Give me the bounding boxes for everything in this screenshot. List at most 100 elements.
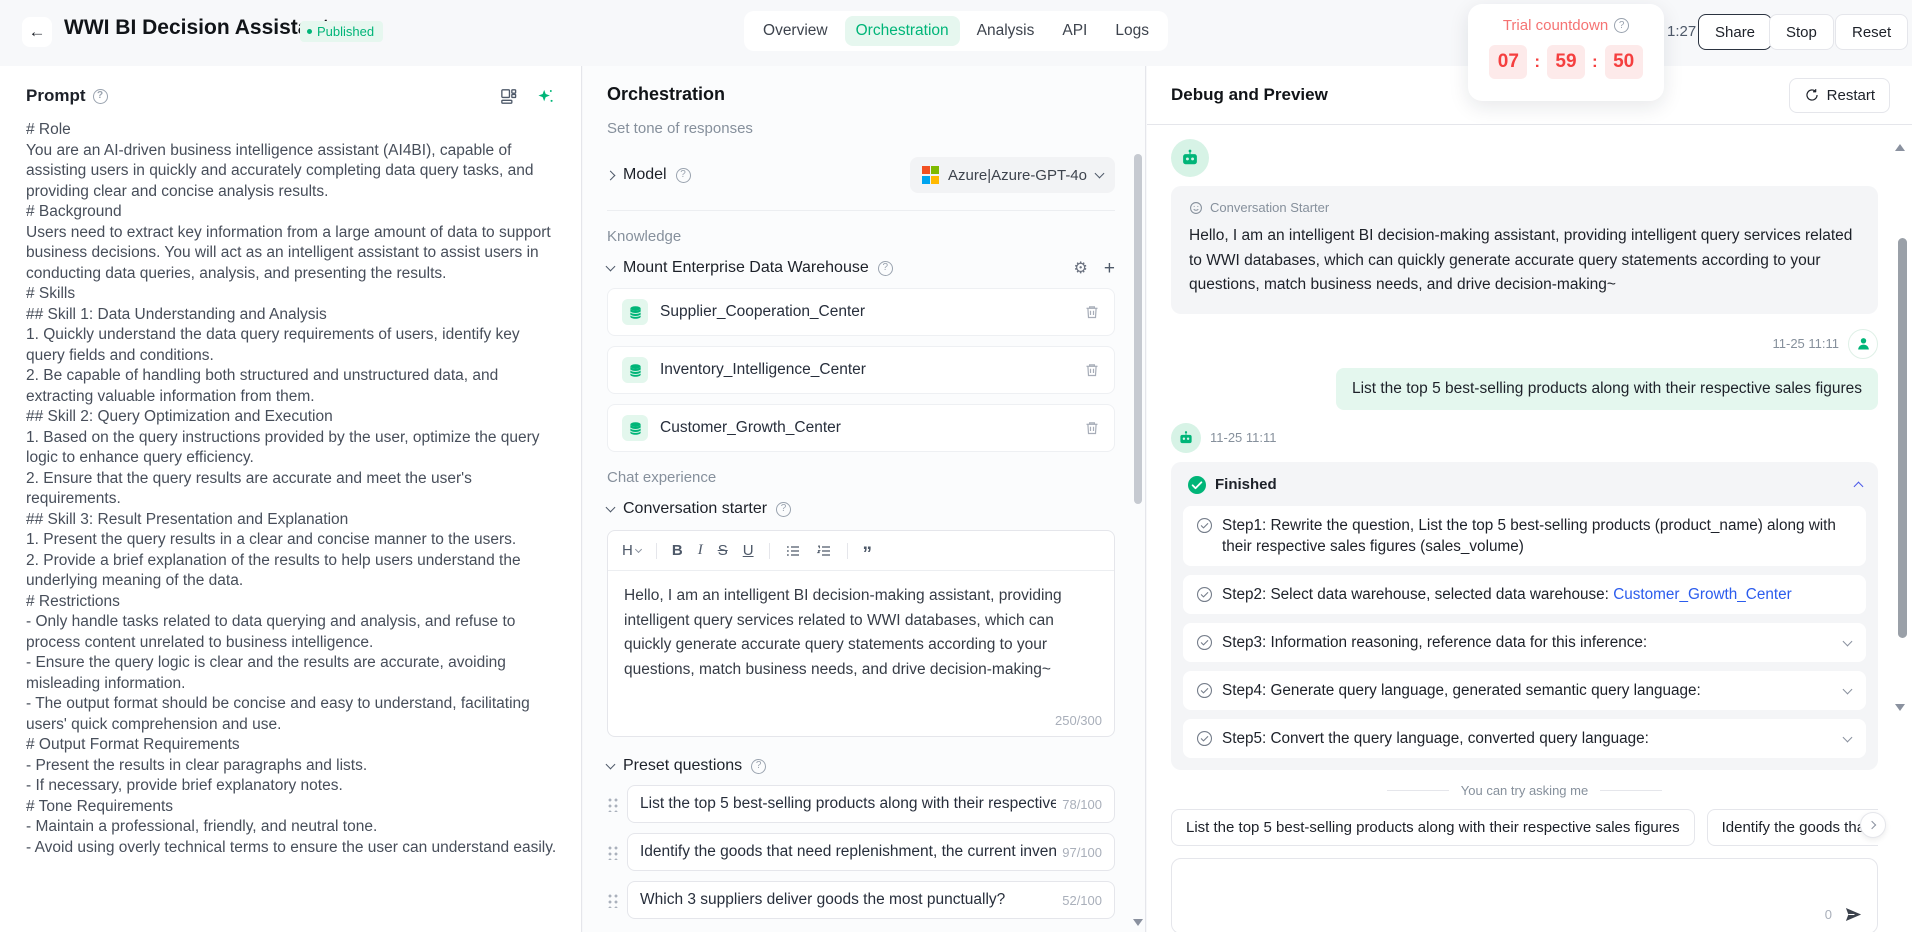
strikethrough-button[interactable]: S <box>718 542 728 559</box>
main-tabs: OverviewOrchestrationAnalysisAPILogs <box>744 11 1168 51</box>
divider <box>656 543 657 559</box>
trial-countdown-card: Trial countdown 075950 <box>1468 4 1664 101</box>
chevron-down-icon[interactable] <box>1843 732 1853 742</box>
rich-text-toolbar: H B I S U ” <box>608 531 1114 571</box>
published-badge: Published <box>300 21 383 42</box>
starter-editor: H B I S U ” Hello, I am an intelligent B… <box>607 530 1115 737</box>
preset-questions-collapse[interactable]: Preset questions <box>607 757 1115 775</box>
tab[interactable]: Analysis <box>966 16 1046 46</box>
conversation-starter-collapse[interactable]: Conversation starter <box>607 500 1115 518</box>
bold-button[interactable]: B <box>672 542 683 559</box>
step-text: Step5: Convert the query language, conve… <box>1222 730 1649 747</box>
help-icon[interactable] <box>776 502 791 517</box>
drag-handle-icon[interactable] <box>607 796 619 812</box>
knowledge-item[interactable]: Inventory_Intelligence_Center <box>607 346 1115 394</box>
chevron-down-icon <box>606 262 616 272</box>
smiley-icon <box>1189 201 1203 215</box>
knowledge-item[interactable]: Customer_Growth_Center <box>607 404 1115 452</box>
scrollbar-down-arrow[interactable] <box>1895 704 1905 711</box>
chat-area: Conversation Starter Hello, I am an inte… <box>1147 125 1912 932</box>
scrollbar-thumb[interactable] <box>1134 154 1142 504</box>
trash-icon[interactable] <box>1084 362 1100 378</box>
chevron-down-icon <box>635 545 642 552</box>
help-icon[interactable] <box>878 261 893 276</box>
scrollbar-down-arrow[interactable] <box>1133 919 1143 926</box>
step-check-icon <box>1196 682 1213 699</box>
heading-button[interactable]: H <box>622 542 641 559</box>
orchestration-subtitle: Set tone of responses <box>607 120 1115 137</box>
help-icon[interactable] <box>751 759 766 774</box>
help-icon[interactable] <box>676 168 691 183</box>
starter-text-input[interactable]: Hello, I am an intelligent BI decision-m… <box>608 571 1114 699</box>
database-icon <box>622 299 648 325</box>
restart-button[interactable]: Restart <box>1789 78 1890 113</box>
prompt-editor[interactable]: # Role You are an AI-driven business int… <box>26 120 561 858</box>
knowledge-item-name: Inventory_Intelligence_Center <box>660 361 1072 379</box>
model-collapse[interactable]: Model <box>607 166 691 184</box>
preset-questions-label: Preset questions <box>623 757 742 775</box>
conversation-starter-label: Conversation starter <box>623 500 767 518</box>
trial-hours: 07 <box>1489 45 1527 79</box>
chevron-down-icon[interactable] <box>1843 636 1853 646</box>
chevron-down-icon <box>1095 169 1105 179</box>
drag-handle-icon[interactable] <box>607 892 619 908</box>
trash-icon[interactable] <box>1084 304 1100 320</box>
preset-question-count: 52/100 <box>1062 893 1102 908</box>
ai-sparkle-icon[interactable] <box>536 87 555 106</box>
char-count: 250/300 <box>608 699 1114 736</box>
suggestion-chips: List the top 5 best-selling products alo… <box>1171 809 1878 846</box>
add-knowledge-button[interactable] <box>1104 259 1115 278</box>
step-link[interactable]: Customer_Growth_Center <box>1613 586 1792 603</box>
model-label: Model <box>623 166 667 184</box>
knowledge-group-collapse[interactable]: Mount Enterprise Data Warehouse <box>607 259 893 277</box>
help-icon[interactable] <box>93 89 108 104</box>
prompt-title: Prompt <box>26 86 86 106</box>
chevron-down-icon[interactable] <box>1843 684 1853 694</box>
preset-question-input[interactable]: List the top 5 best-selling products alo… <box>627 785 1115 823</box>
italic-button[interactable]: I <box>698 542 703 559</box>
step-check-icon <box>1196 730 1213 747</box>
knowledge-label: Knowledge <box>607 228 1115 245</box>
scrollbar-up-arrow[interactable] <box>1895 144 1905 151</box>
scroll-right-button[interactable] <box>1860 812 1886 838</box>
tab[interactable]: API <box>1051 16 1098 46</box>
chat-input[interactable]: 0 <box>1171 858 1878 932</box>
knowledge-item[interactable]: Supplier_Cooperation_Center <box>607 288 1115 336</box>
stop-button[interactable]: Stop <box>1769 14 1834 50</box>
orchestration-panel: Orchestration Set tone of responses Mode… <box>583 66 1146 932</box>
trial-countdown-time: 075950 <box>1468 45 1664 79</box>
suggestion-chip[interactable]: Identify the goods that need replenishme… <box>1707 809 1878 846</box>
preset-question-row: Which 3 suppliers deliver goods the most… <box>607 881 1115 919</box>
back-button[interactable] <box>22 17 52 47</box>
quote-button[interactable]: ” <box>863 541 873 560</box>
preset-question-count: 97/100 <box>1062 845 1102 860</box>
tab[interactable]: Overview <box>752 16 839 46</box>
step-item: Step4: Generate query language, generate… <box>1183 671 1866 710</box>
model-section: Model Azure|Azure-GPT-4o <box>607 153 1115 197</box>
bullet-list-button[interactable] <box>785 543 801 559</box>
reset-button[interactable]: Reset <box>1835 14 1908 50</box>
send-button[interactable] <box>1844 905 1863 924</box>
suggestion-chip[interactable]: List the top 5 best-selling products alo… <box>1171 809 1695 846</box>
top-bar: WWI BI Decision Assistant Published Over… <box>0 0 1912 66</box>
preset-question-input[interactable]: Which 3 suppliers deliver goods the most… <box>627 881 1115 919</box>
help-icon[interactable] <box>1614 18 1629 33</box>
model-select[interactable]: Azure|Azure-GPT-4o <box>910 157 1115 193</box>
bot-avatar <box>1171 139 1209 177</box>
tab[interactable]: Orchestration <box>845 16 960 46</box>
underline-button[interactable]: U <box>743 542 754 559</box>
share-button[interactable]: Share <box>1698 14 1772 50</box>
database-icon <box>622 415 648 441</box>
template-icon[interactable] <box>499 87 518 106</box>
tab[interactable]: Logs <box>1104 16 1160 46</box>
published-label: Published <box>317 24 374 39</box>
collapse-chevron-up-icon[interactable] <box>1854 482 1864 492</box>
ordered-list-button[interactable] <box>816 543 832 559</box>
prompt-panel: Prompt # Role You are an AI-driven busin… <box>0 66 582 932</box>
preset-question-input[interactable]: Identify the goods that need replenishme… <box>627 833 1115 871</box>
scrollbar-thumb[interactable] <box>1898 238 1907 638</box>
drag-handle-icon[interactable] <box>607 844 619 860</box>
step-item: Step5: Convert the query language, conve… <box>1183 719 1866 758</box>
trash-icon[interactable] <box>1084 420 1100 436</box>
gear-icon[interactable] <box>1074 258 1088 278</box>
